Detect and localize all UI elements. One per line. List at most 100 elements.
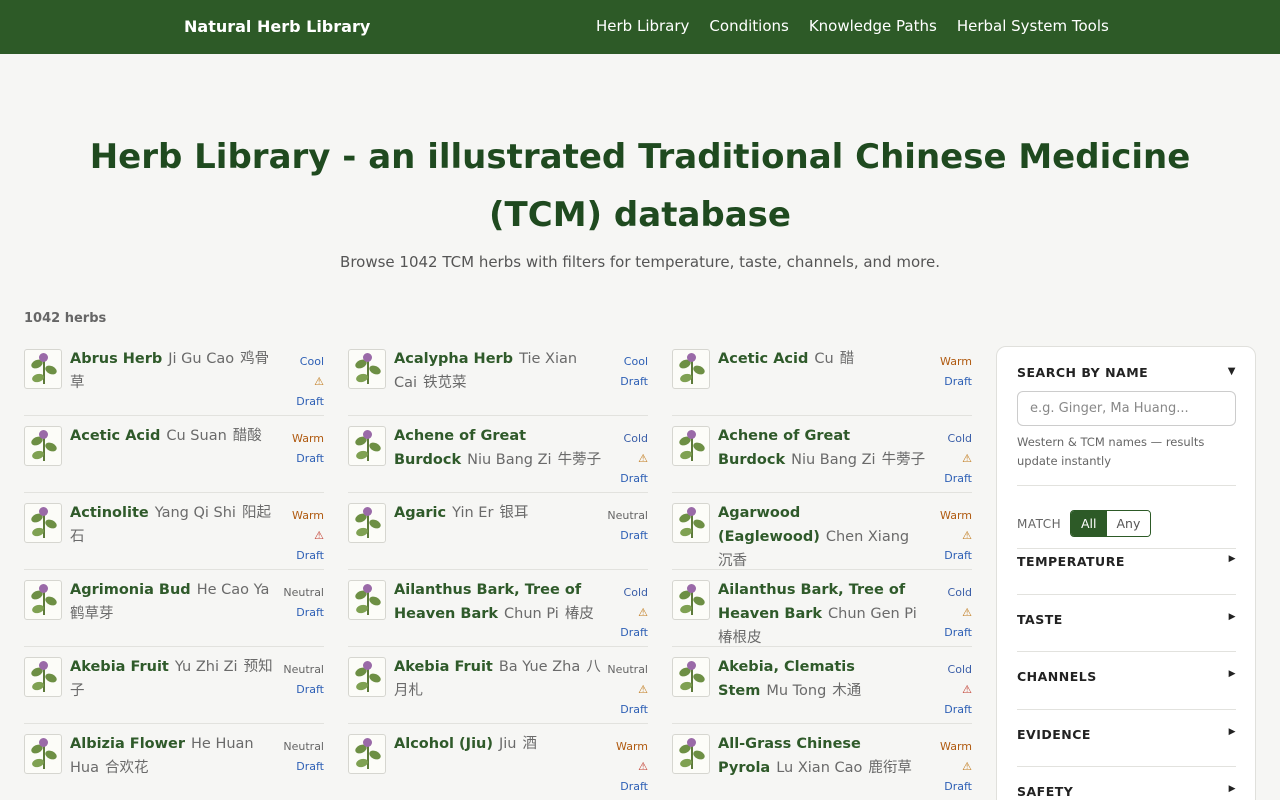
herb-english-name[interactable]: Agarwood (Eaglewood): [718, 505, 820, 545]
herb-card[interactable]: Akebia Fruit Ba Yue Zha 八月札 Neutral ⚠ Draft: [348, 647, 648, 724]
herb-illustration-thumbnail[interactable]: [348, 349, 386, 389]
herb-meta: Warm ⚠ Draft: [588, 737, 648, 797]
temperature-badge: Neutral: [607, 663, 648, 676]
herb-meta: Neutral Draft: [264, 583, 324, 623]
nav-herbal-system-tools[interactable]: Herbal System Tools: [957, 17, 1109, 35]
herb-meta: Warm Draft: [264, 429, 324, 469]
herb-illustration-thumbnail[interactable]: [672, 657, 710, 697]
herb-names: Acetic Acid Cu 醋: [718, 347, 926, 415]
nav-knowledge-paths[interactable]: Knowledge Paths: [809, 17, 937, 35]
herb-illustration-thumbnail[interactable]: [672, 503, 710, 543]
warning-icon: ⚠: [962, 606, 972, 619]
status-badge: Draft: [296, 606, 324, 619]
filter-temperature[interactable]: TEMPERATURE ▶: [1017, 554, 1236, 569]
nav-herb-library[interactable]: Herb Library: [596, 17, 689, 35]
status-badge: Draft: [296, 549, 324, 562]
herb-pinyin-name: Lu Xian Cao: [776, 760, 863, 776]
match-any-button[interactable]: Any: [1106, 511, 1151, 536]
herb-card[interactable]: Achene of Great Burdock Niu Bang Zi 牛蒡子 Col…: [348, 416, 648, 493]
search-input[interactable]: [1017, 391, 1236, 426]
herb-card[interactable]: Akebia Fruit Yu Zhi Zi 预知子 Neutral Draft: [24, 647, 324, 724]
herb-english-name[interactable]: Acetic Acid: [70, 428, 160, 444]
herb-illustration-thumbnail[interactable]: [348, 734, 386, 774]
herb-card[interactable]: Ailanthus Bark, Tree of Heaven Bark Chun …: [348, 570, 648, 647]
herb-card[interactable]: Ailanthus Bark, Tree of Heaven Bark Chun …: [672, 570, 972, 647]
herb-illustration-thumbnail[interactable]: [24, 426, 62, 466]
herb-chinese-name: 鹿衔草: [868, 760, 912, 776]
herb-card[interactable]: Acalypha Herb Tie Xian Cai 铁苋菜 Cool Draft: [348, 339, 648, 416]
herb-chinese-name: 银耳: [499, 505, 529, 521]
herb-meta: Cold ⚠ Draft: [588, 429, 648, 489]
herb-meta: Cool ⚠ Draft: [264, 352, 324, 412]
herb-card[interactable]: Agarwood (Eaglewood) Chen Xiang 沉香 Warm ⚠ Dra…: [672, 493, 972, 570]
herb-illustration-thumbnail[interactable]: [672, 580, 710, 620]
herb-illustration-thumbnail[interactable]: [672, 426, 710, 466]
herb-pinyin-name: Cu: [814, 351, 834, 367]
herb-illustration-thumbnail[interactable]: [24, 657, 62, 697]
herb-english-name[interactable]: Acalypha Herb: [394, 351, 513, 367]
temperature-badge: Warm: [940, 509, 972, 522]
herb-card[interactable]: Acetic Acid Cu Suan 醋酸 Warm Draft: [24, 416, 324, 493]
herb-english-name[interactable]: Acetic Acid: [718, 351, 808, 367]
herb-illustration-thumbnail[interactable]: [24, 580, 62, 620]
herb-illustration-thumbnail[interactable]: [24, 734, 62, 774]
filter-evidence[interactable]: EVIDENCE ▶: [1017, 727, 1236, 742]
herb-card[interactable]: Actinolite Yang Qi Shi 阳起石 Warm ⚠ Draft: [24, 493, 324, 570]
herb-meta: Cold ⚠ Draft: [912, 660, 972, 720]
nav-conditions[interactable]: Conditions: [709, 17, 788, 35]
herb-illustration-thumbnail[interactable]: [672, 734, 710, 774]
herb-card[interactable]: Abrus Herb Ji Gu Cao 鸡骨草 Cool ⚠ Draft: [24, 339, 324, 416]
divider: [1017, 548, 1236, 549]
filter-safety[interactable]: SAFETY ▶: [1017, 784, 1236, 799]
herb-card[interactable]: Agaric Yin Er 银耳 Neutral Draft: [348, 493, 648, 570]
divider: [1017, 709, 1236, 710]
herb-card[interactable]: Albizia Flower He Huan Hua 合欢花 Neutral Draft: [24, 724, 324, 800]
herb-card[interactable]: Acetic Acid Cu 醋 Warm Draft: [672, 339, 972, 416]
herb-meta: Warm Draft: [912, 352, 972, 392]
herb-english-name[interactable]: Abrus Herb: [70, 351, 162, 367]
filter-channels[interactable]: CHANNELS ▶: [1017, 669, 1236, 684]
herb-names: Actinolite Yang Qi Shi 阳起石: [70, 501, 278, 569]
herb-english-name[interactable]: Alcohol (Jiu): [394, 736, 493, 752]
herb-english-name[interactable]: Albizia Flower: [70, 736, 185, 752]
search-section-heading[interactable]: SEARCH BY NAME ▼: [1017, 365, 1236, 380]
herb-illustration-thumbnail[interactable]: [24, 503, 62, 543]
match-label: MATCH: [1017, 517, 1062, 531]
herb-chinese-name: 合欢花: [104, 760, 149, 776]
temperature-badge: Cold: [623, 432, 648, 445]
herb-card[interactable]: Agrimonia Bud He Cao Ya 鹤草芽 Neutral Draft: [24, 570, 324, 647]
herb-illustration-thumbnail[interactable]: [348, 657, 386, 697]
herb-english-name[interactable]: Actinolite: [70, 505, 149, 521]
herb-names: Achene of Great Burdock Niu Bang Zi 牛蒡子: [718, 424, 926, 492]
brand-logo-link[interactable]: Natural Herb Library: [184, 17, 370, 36]
status-badge: Draft: [296, 683, 324, 696]
herb-english-name[interactable]: Agaric: [394, 505, 446, 521]
warning-icon: ⚠: [314, 529, 324, 542]
herb-illustration-thumbnail[interactable]: [24, 349, 62, 389]
search-heading-label: SEARCH BY NAME: [1017, 365, 1149, 380]
herb-card[interactable]: All-Grass Chinese Pyrola Lu Xian Cao 鹿衔草 Wa…: [672, 724, 972, 800]
status-badge: Draft: [944, 626, 972, 639]
herb-english-name[interactable]: Akebia Fruit: [70, 659, 169, 675]
herb-illustration-thumbnail[interactable]: [348, 580, 386, 620]
status-badge: Draft: [620, 703, 648, 716]
herb-card[interactable]: Alcohol (Jiu) Jiu 酒 Warm ⚠ Draft: [348, 724, 648, 800]
herb-meta: Warm ⚠ Draft: [912, 506, 972, 566]
herb-illustration-thumbnail[interactable]: [348, 503, 386, 543]
warning-icon: ⚠: [638, 452, 648, 465]
divider: [1017, 594, 1236, 595]
herb-meta: Neutral Draft: [264, 660, 324, 700]
herb-english-name[interactable]: Agrimonia Bud: [70, 582, 191, 598]
herb-chinese-name: 铁苋菜: [423, 375, 467, 391]
herb-illustration-thumbnail[interactable]: [348, 426, 386, 466]
herb-card[interactable]: Achene of Great Burdock Niu Bang Zi 牛蒡子 Col…: [672, 416, 972, 493]
herb-pinyin-name: Cu Suan: [166, 428, 227, 444]
herb-illustration-thumbnail[interactable]: [672, 349, 710, 389]
herb-pinyin-name: Chun Pi: [504, 606, 559, 622]
herb-meta: Cool Draft: [588, 352, 648, 392]
match-all-button[interactable]: All: [1071, 511, 1107, 536]
filter-taste[interactable]: TASTE ▶: [1017, 612, 1236, 627]
herb-english-name[interactable]: Akebia Fruit: [394, 659, 493, 675]
herb-meta: Cold ⚠ Draft: [912, 429, 972, 489]
herb-card[interactable]: Akebia, Clematis Stem Mu Tong 木通 Cold ⚠ Draft: [672, 647, 972, 724]
